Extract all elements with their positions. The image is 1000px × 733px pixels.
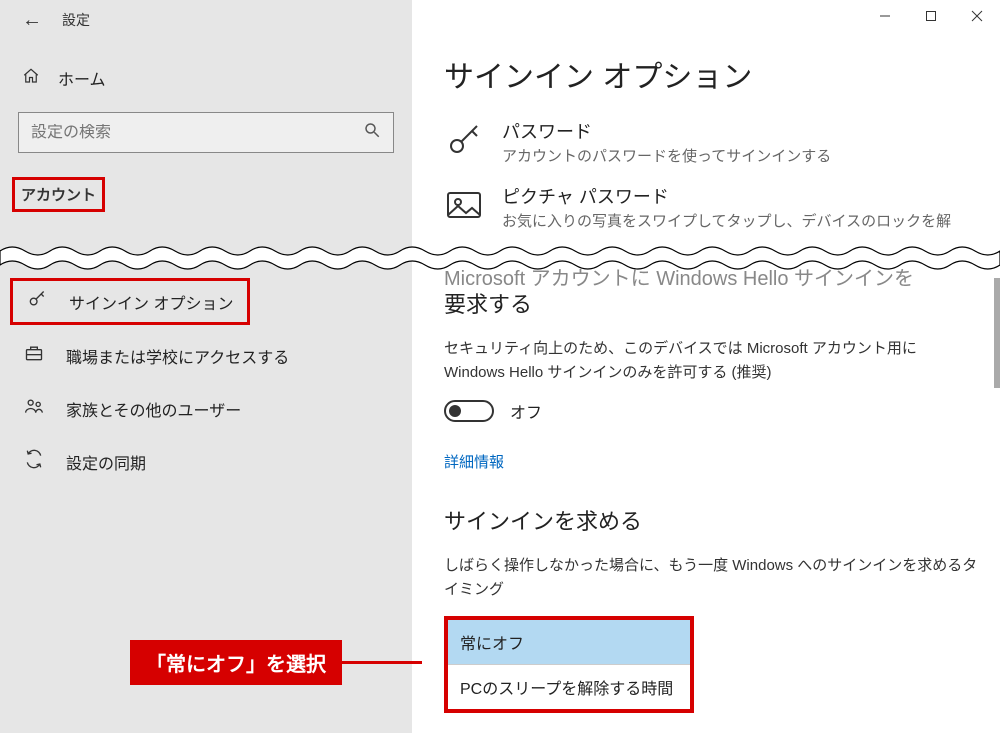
sidebar-item-label: 職場または学校にアクセスする bbox=[66, 344, 289, 368]
maximize-button[interactable] bbox=[908, 0, 954, 32]
scrollbar[interactable] bbox=[994, 278, 1000, 388]
more-info-link[interactable]: 詳細情報 bbox=[444, 451, 504, 472]
sidebar-item-label: 設定の同期 bbox=[66, 450, 146, 474]
option-title: パスワード bbox=[502, 118, 831, 144]
sidebar-home-label: ホーム bbox=[58, 66, 106, 90]
sidebar: ホーム アカウント サインイン オプション 職場 bbox=[0, 0, 412, 733]
sync-icon bbox=[24, 449, 44, 474]
option-password[interactable]: パスワード アカウントのパスワードを使ってサインインする bbox=[444, 118, 980, 167]
sidebar-category-account[interactable]: アカウント bbox=[12, 177, 105, 212]
hello-heading: 要求する bbox=[444, 287, 980, 319]
people-icon bbox=[24, 396, 44, 421]
hello-body: セキュリティ向上のため、このデバイスでは Microsoft アカウント用に W… bbox=[444, 337, 980, 385]
close-button[interactable] bbox=[954, 0, 1000, 32]
picture-icon bbox=[444, 183, 484, 230]
search-icon bbox=[363, 121, 381, 144]
sidebar-item-label: 家族とその他のユーザー bbox=[66, 397, 241, 421]
titlebar: ← 設定 bbox=[0, 0, 1000, 40]
window-title: 設定 bbox=[62, 10, 90, 30]
signin-timing-dropdown[interactable]: 常にオフ PCのスリープを解除する時間 bbox=[444, 616, 694, 713]
hello-toggle[interactable] bbox=[444, 400, 494, 422]
search-box[interactable] bbox=[18, 112, 394, 153]
key-icon bbox=[444, 118, 484, 165]
option-picture-password[interactable]: ピクチャ パスワード お気に入りの写真をスワイプしてタップし、デバイスのロックを… bbox=[444, 183, 980, 232]
require-signin-heading: サインインを求める bbox=[444, 504, 980, 536]
option-title: ピクチャ パスワード bbox=[502, 183, 951, 209]
key-icon bbox=[27, 289, 47, 314]
callout-label: 「常にオフ」を選択 bbox=[130, 640, 342, 685]
home-icon bbox=[22, 67, 40, 90]
sidebar-item-signin-options[interactable]: サインイン オプション bbox=[13, 281, 247, 322]
sidebar-home[interactable]: ホーム bbox=[0, 58, 412, 104]
back-button[interactable]: ← bbox=[22, 10, 42, 30]
content-pane: サインイン オプション パスワード アカウントのパスワードを使ってサインインする… bbox=[412, 0, 1000, 733]
search-input[interactable] bbox=[31, 124, 355, 142]
dropdown-option-always-off[interactable]: 常にオフ bbox=[448, 620, 690, 665]
option-desc: アカウントのパスワードを使ってサインインする bbox=[502, 146, 831, 167]
sidebar-item-sync-settings[interactable]: 設定の同期 bbox=[0, 435, 412, 488]
page-title: サインイン オプション bbox=[444, 52, 980, 96]
annotation-callout: 「常にオフ」を選択 bbox=[130, 640, 422, 685]
option-desc: お気に入りの写真をスワイプしてタップし、デバイスのロックを解 bbox=[502, 211, 951, 232]
dropdown-option-wake-from-sleep[interactable]: PCのスリープを解除する時間 bbox=[448, 665, 690, 709]
sidebar-item-work-school[interactable]: 職場または学校にアクセスする bbox=[0, 329, 412, 382]
sidebar-item-signin-options-highlight: サインイン オプション bbox=[10, 278, 250, 325]
sidebar-item-label: サインイン オプション bbox=[69, 290, 233, 314]
callout-line bbox=[342, 661, 422, 664]
require-signin-body: しばらく操作しなかった場合に、もう一度 Windows へのサインインを求めるタ… bbox=[444, 554, 980, 602]
sidebar-item-family-users[interactable]: 家族とその他のユーザー bbox=[0, 382, 412, 435]
briefcase-icon bbox=[24, 343, 44, 368]
minimize-button[interactable] bbox=[862, 0, 908, 32]
toggle-label: オフ bbox=[510, 399, 542, 423]
